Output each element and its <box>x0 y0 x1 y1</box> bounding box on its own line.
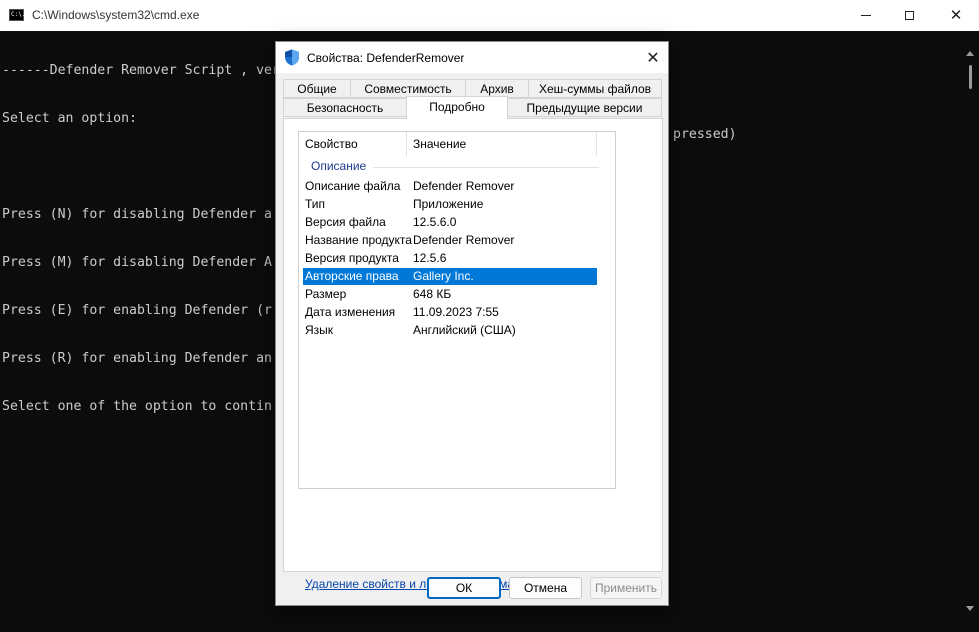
list-item[interactable]: Язык Английский (США) <box>303 322 597 339</box>
property-name: Тип <box>305 197 326 211</box>
scroll-up-arrow-icon[interactable] <box>966 51 974 56</box>
property-value: Defender Remover <box>413 233 515 247</box>
apply-button[interactable]: Применить <box>590 577 662 599</box>
maximize-button[interactable] <box>886 0 932 31</box>
list-item[interactable]: Версия файла 12.5.6.0 <box>303 214 597 231</box>
property-name: Авторские права <box>305 269 399 283</box>
tab-previous-versions[interactable]: Предыдущие версии <box>507 98 662 117</box>
property-value: 12.5.6.0 <box>413 215 457 229</box>
property-value: 11.09.2023 7:55 <box>413 305 499 319</box>
properties-dialog: Свойства: DefenderRemover ✕ Общие Совмес… <box>275 41 669 606</box>
property-value: 648 КБ <box>413 287 452 301</box>
list-item[interactable]: Тип Приложение <box>303 196 597 213</box>
close-button[interactable]: ✕ <box>933 0 979 31</box>
details-tab-panel: Свойство Значение Описание Описание файл… <box>283 118 663 591</box>
console-overflow-text: pressed) <box>673 127 737 142</box>
property-name: Версия продукта <box>305 251 399 265</box>
property-value: Английский (США) <box>413 323 516 337</box>
scroll-down-arrow-icon[interactable] <box>966 606 974 611</box>
list-item[interactable]: Описание файла Defender Remover <box>303 178 597 195</box>
column-header-value[interactable]: Значение <box>407 132 597 156</box>
tab-details[interactable]: Подробно <box>406 96 508 119</box>
dialog-titlebar[interactable]: Свойства: DefenderRemover ✕ <box>276 42 668 73</box>
cmd-titlebar[interactable]: C:\. C:\Windows\system32\cmd.exe ✕ <box>0 0 979 31</box>
dialog-close-button[interactable]: ✕ <box>638 44 668 71</box>
group-description: Описание <box>311 159 367 173</box>
list-item[interactable]: Дата изменения 11.09.2023 7:55 <box>303 304 597 321</box>
property-name: Название продукта <box>305 233 412 247</box>
tab-security[interactable]: Безопасность <box>283 98 407 117</box>
property-value: Gallery Inc. <box>413 269 474 283</box>
property-name: Дата изменения <box>305 305 396 319</box>
ok-button[interactable]: ОК <box>427 577 501 599</box>
group-divider <box>373 167 599 168</box>
details-listview[interactable]: Свойство Значение Описание Описание файл… <box>298 131 616 489</box>
property-name: Версия файла <box>305 215 386 229</box>
property-value: Приложение <box>413 197 484 211</box>
dialog-title: Свойства: DefenderRemover <box>307 51 465 65</box>
tab-hashes[interactable]: Хеш-суммы файлов <box>528 79 662 98</box>
cancel-button[interactable]: Отмена <box>509 577 582 599</box>
maximize-icon <box>904 11 914 20</box>
property-name: Размер <box>305 287 347 301</box>
list-item[interactable]: Версия продукта 12.5.6 <box>303 250 597 267</box>
tab-general[interactable]: Общие <box>283 79 351 98</box>
property-name: Описание файла <box>305 179 401 193</box>
property-name: Язык <box>305 323 334 337</box>
vertical-scrollbar[interactable] <box>962 31 979 632</box>
cmd-window-title: C:\Windows\system32\cmd.exe <box>32 8 200 22</box>
minimize-button[interactable] <box>843 0 889 31</box>
scroll-thumb[interactable] <box>969 65 972 89</box>
list-item-selected[interactable]: Авторские права Gallery Inc. <box>303 268 597 285</box>
minimize-icon <box>861 15 871 16</box>
shield-icon <box>285 49 299 66</box>
close-icon: ✕ <box>646 49 660 67</box>
property-value: 12.5.6 <box>413 251 447 265</box>
property-value: Defender Remover <box>413 179 515 193</box>
column-header-property[interactable]: Свойство <box>299 132 407 156</box>
console-icon: C:\. <box>9 9 25 21</box>
list-item[interactable]: Размер 648 КБ <box>303 286 597 303</box>
list-item[interactable]: Название продукта Defender Remover <box>303 232 597 249</box>
close-icon: ✕ <box>949 6 963 24</box>
